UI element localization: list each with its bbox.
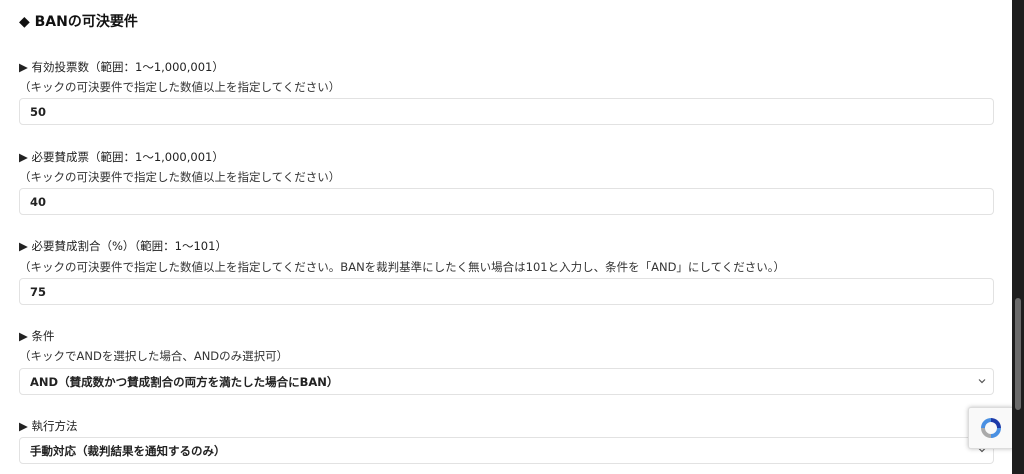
valid-votes-input[interactable]: 50 [19, 98, 994, 125]
scrollbar-thumb[interactable] [1015, 298, 1021, 410]
approval-ratio-note: （キックの可決要件で指定した数値以上を指定してください。BANを裁判基準にしたく… [19, 260, 785, 274]
valid-votes-value: 50 [30, 104, 47, 119]
required-approvals-value: 40 [30, 194, 47, 209]
approval-ratio-label: ▶ 必要賛成割合（%）（範囲：1〜101） [19, 239, 227, 253]
execution-method-selected-value: 手動対応（裁判結果を通知するのみ） [30, 443, 226, 458]
execution-method-select[interactable]: 手動対応（裁判結果を通知するのみ） [19, 437, 994, 464]
approval-ratio-value: 75 [30, 284, 47, 299]
execution-method-label: ▶ 執行方法 [19, 419, 78, 433]
scrollbar[interactable] [1012, 0, 1024, 474]
condition-note: （キックでANDを選択した場合、ANDのみ選択可） [19, 349, 289, 363]
recaptcha-badge[interactable] [968, 407, 1013, 449]
condition-select[interactable]: AND（賛成数かつ賛成割合の両方を満たした場合にBAN） [19, 368, 994, 395]
chevron-down-icon [978, 379, 986, 384]
condition-selected-value: AND（賛成数かつ賛成割合の両方を満たした場合にBAN） [30, 374, 339, 389]
required-approvals-label: ▶ 必要賛成票（範囲：1〜1,000,001） [19, 150, 224, 164]
recaptcha-icon [981, 418, 1001, 438]
settings-form: ◆ BANの可決要件 ▶ 有効投票数（範囲：1〜1,000,001） （キックの… [0, 0, 1012, 474]
approval-ratio-input[interactable]: 75 [19, 278, 994, 305]
condition-label: ▶ 条件 [19, 329, 55, 343]
valid-votes-note: （キックの可決要件で指定した数値以上を指定してください） [19, 80, 341, 94]
required-approvals-input[interactable]: 40 [19, 188, 994, 215]
valid-votes-label: ▶ 有効投票数（範囲：1〜1,000,001） [19, 60, 224, 74]
section-title: ◆ BANの可決要件 [19, 14, 138, 30]
required-approvals-note: （キックの可決要件で指定した数値以上を指定してください） [19, 170, 341, 184]
